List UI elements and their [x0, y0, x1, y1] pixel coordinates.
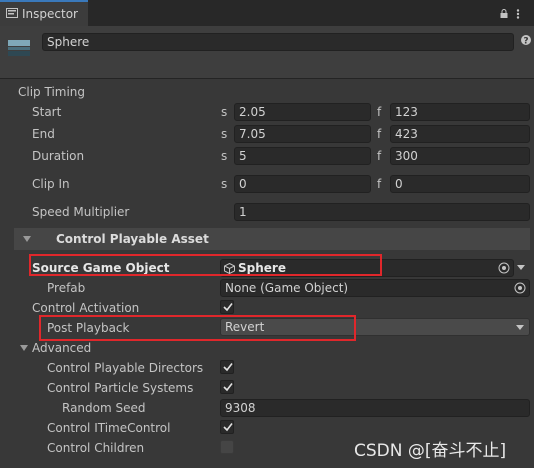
advanced-foldout-icon[interactable]	[20, 345, 28, 351]
control-activation-checkbox[interactable]	[220, 300, 234, 314]
highlight-box-source	[29, 254, 382, 276]
info-icon	[6, 8, 18, 18]
start-seconds-field[interactable]: 2.05	[234, 103, 371, 121]
end-frames-field[interactable]: 423	[390, 125, 530, 143]
advanced-label[interactable]: Advanced	[32, 341, 91, 355]
object-name-field[interactable]: Sphere	[42, 33, 514, 51]
control-itimecontrol-checkbox[interactable]	[220, 420, 234, 434]
source-options-arrow-icon[interactable]	[517, 265, 525, 270]
section-title: Control Playable Asset	[56, 232, 209, 246]
section-foldout-icon[interactable]	[23, 236, 31, 242]
clip-timing-heading: Clip Timing	[18, 85, 86, 99]
speed-multiplier-label: Speed Multiplier	[32, 205, 130, 219]
clip-in-seconds-letter: s	[221, 177, 228, 191]
checkmark-icon	[223, 303, 233, 312]
control-directors-checkbox[interactable]	[220, 360, 234, 374]
end-seconds-field[interactable]: 7.05	[234, 125, 371, 143]
lock-icon[interactable]	[500, 9, 508, 18]
control-children-label: Control Children	[47, 441, 145, 455]
duration-frames-field[interactable]: 300	[390, 147, 530, 165]
control-itimecontrol-label: Control ITimeControl	[47, 421, 171, 435]
duration-seconds-letter: s	[221, 149, 228, 163]
duration-frames-letter: f	[377, 149, 382, 163]
start-frames-letter: f	[377, 105, 382, 119]
random-seed-label: Random Seed	[62, 401, 146, 415]
watermark-text: CSDN @[奋斗不止]	[354, 441, 507, 461]
end-frames-letter: f	[377, 127, 382, 141]
prefab-picker-icon[interactable]	[514, 282, 526, 294]
chevron-down-icon	[516, 325, 524, 330]
control-activation-label: Control Activation	[32, 301, 140, 315]
object-picker-icon[interactable]	[498, 262, 510, 274]
highlight-box-post-playback	[39, 315, 356, 341]
playable-asset-icon	[8, 40, 30, 56]
clip-in-frames-field[interactable]: 0	[390, 175, 530, 193]
duration-seconds-field[interactable]: 5	[234, 147, 371, 165]
end-seconds-letter: s	[221, 127, 228, 141]
start-frames-field[interactable]: 123	[390, 103, 530, 121]
checkmark-icon	[223, 423, 233, 432]
control-particles-checkbox[interactable]	[220, 380, 234, 394]
prefab-field[interactable]: None (Game Object)	[220, 279, 530, 297]
speed-multiplier-field[interactable]: 1	[234, 203, 530, 221]
control-children-checkbox[interactable]	[220, 440, 234, 454]
start-seconds-letter: s	[221, 105, 228, 119]
prefab-value: None (Game Object)	[225, 281, 349, 295]
prefab-label: Prefab	[47, 281, 86, 295]
clip-in-frames-letter: f	[377, 177, 382, 191]
inspector-tab[interactable]: Inspector	[0, 0, 88, 26]
more-options-icon[interactable]	[514, 9, 522, 19]
start-label: Start	[32, 105, 62, 119]
help-icon[interactable]: ?	[521, 34, 531, 46]
checkmark-icon	[223, 363, 233, 372]
control-particles-label: Control Particle Systems	[47, 381, 194, 395]
clip-in-seconds-field[interactable]: 0	[234, 175, 371, 193]
end-label: End	[32, 127, 55, 141]
tab-label: Inspector	[22, 7, 78, 21]
random-seed-field[interactable]: 9308	[220, 399, 530, 417]
tab-bar: Inspector	[0, 0, 534, 27]
svg-text:?: ?	[523, 37, 528, 47]
object-header: Sphere ?	[0, 26, 534, 79]
duration-label: Duration	[32, 149, 85, 163]
control-directors-label: Control Playable Directors	[47, 361, 204, 375]
clip-in-label: Clip In	[32, 177, 70, 191]
checkmark-icon	[223, 383, 233, 392]
